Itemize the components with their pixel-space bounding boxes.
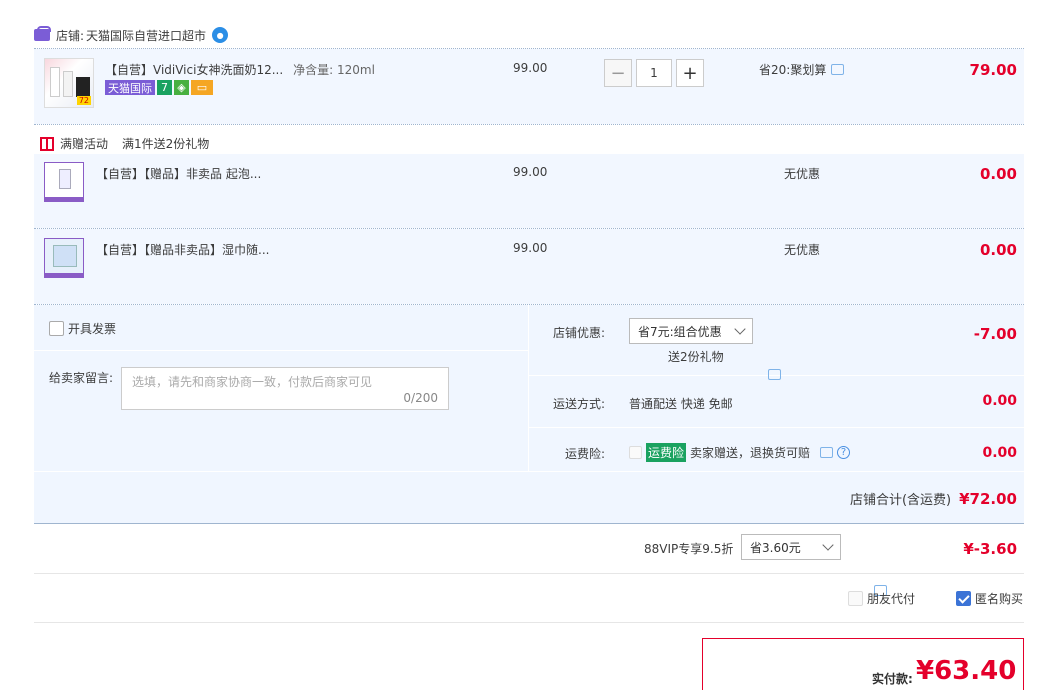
- friend-pay-option[interactable]: 朋友代付: [848, 590, 915, 607]
- anonymous-checkbox[interactable]: [956, 591, 971, 606]
- anonymous-label: 匿名购买: [975, 592, 1024, 606]
- insurance-badge: 运费险: [646, 443, 687, 462]
- product-title-line: 【自营】VidiVici女神洗面奶12... 净含量: 120ml: [105, 61, 375, 78]
- gift-price: 99.00: [513, 241, 548, 255]
- divider: [528, 305, 529, 471]
- divider: [529, 427, 1024, 428]
- product-thumbnail[interactable]: 72: [44, 58, 94, 108]
- divider: [34, 350, 528, 351]
- shield-icon: ◈: [174, 80, 189, 95]
- chevron-down-icon: [822, 539, 834, 551]
- gift-price: 99.00: [513, 165, 548, 179]
- payment-label: 实付款:: [872, 672, 913, 686]
- shipping-label: 运送方式:: [553, 397, 606, 411]
- product-title[interactable]: 【自营】VidiVici女神洗面奶12...: [105, 61, 283, 78]
- store-total: 店铺合计(含运费) ¥72.00: [849, 489, 1017, 509]
- divider: [34, 523, 1024, 524]
- gift-title[interactable]: 【自营】【赠品】非卖品 起泡...: [96, 165, 261, 182]
- item-subtotal: 79.00: [969, 61, 1017, 79]
- message-icon[interactable]: [820, 447, 834, 458]
- gift-title[interactable]: 【自营】【赠品非卖品】湿巾随...: [96, 241, 269, 258]
- friend-pay-checkbox[interactable]: [848, 591, 863, 606]
- vip-discount-selected: 省3.60元: [750, 540, 801, 555]
- store-total-label: 店铺合计(含运费): [849, 493, 952, 508]
- shipping-amount: 0.00: [982, 393, 1017, 409]
- divider: [34, 124, 1024, 125]
- insurance-option: 运费险 卖家赠送，退换货可赔 ?: [629, 443, 851, 462]
- shop-name[interactable]: 天猫国际自营进口超市: [86, 27, 206, 44]
- shop-label: 店铺:: [56, 28, 85, 43]
- vip-label: 88VIP专享9.5折: [644, 542, 734, 556]
- chevron-down-icon: [734, 323, 746, 335]
- card-icon: ▭: [191, 80, 213, 95]
- quantity-decrease-button[interactable]: −: [604, 59, 632, 87]
- anonymous-option[interactable]: 匿名购买: [956, 590, 1023, 607]
- divider: [34, 622, 1024, 623]
- message-placeholder: 选填，请先和商家协商一致，付款后商家可见: [132, 375, 373, 389]
- gift-thumbnail[interactable]: [44, 162, 84, 202]
- gift-label: 满赠活动: [60, 137, 109, 151]
- help-icon[interactable]: ?: [837, 446, 851, 459]
- shop-header: 店铺: 天猫国际自营进口超市 ●: [34, 26, 229, 44]
- store-discount-select[interactable]: 省7元:组合优惠: [629, 318, 753, 344]
- product-spec: 净含量: 120ml: [293, 63, 375, 77]
- invoice-checkbox[interactable]: [49, 321, 64, 336]
- gift-promo: 无优惠: [784, 243, 821, 257]
- friend-pay-label: 朋友代付: [867, 592, 916, 606]
- divider: [34, 471, 1024, 472]
- insurance-label: 运费险:: [565, 447, 606, 461]
- insurance-desc: 卖家赠送，退换货可赔: [690, 446, 811, 460]
- payment-amount: ¥63.40: [916, 656, 1017, 686]
- vip-discount-select[interactable]: 省3.60元: [741, 534, 841, 560]
- quantity-input[interactable]: 1: [636, 59, 672, 87]
- message-icon[interactable]: [831, 64, 845, 75]
- vip-amount: ¥-3.60: [963, 540, 1017, 558]
- quantity-stepper: − 1 +: [604, 59, 704, 87]
- store-discount-label: 店铺优惠:: [553, 326, 606, 340]
- store-discount-amount: -7.00: [973, 325, 1017, 343]
- gift-subtotal: 0.00: [979, 165, 1017, 183]
- message-icon[interactable]: [768, 369, 781, 380]
- store-total-amount: ¥72.00: [959, 489, 1017, 508]
- tmall-intl-tag: 天猫国际: [105, 80, 155, 95]
- gift-subtotal: 0.00: [979, 241, 1017, 259]
- product-price: 99.00: [513, 61, 548, 75]
- gift-desc: 满1件送2份礼物: [122, 137, 210, 151]
- gift-icon: [40, 136, 54, 151]
- product-tags: 天猫国际 7 ◈ ▭: [105, 80, 215, 95]
- message-textarea[interactable]: 选填，请先和商家协商一致，付款后商家可见 0/200: [121, 367, 449, 410]
- store-discount-note: 送2份礼物: [668, 350, 724, 364]
- insurance-amount: 0.00: [982, 445, 1017, 461]
- invoice-option[interactable]: 开具发票: [49, 320, 116, 337]
- insurance-checkbox: [629, 446, 642, 459]
- divider: [34, 573, 1024, 574]
- seven-day-return-tag: 7: [157, 80, 172, 95]
- store-discount-selected: 省7元:组合优惠: [638, 324, 722, 339]
- wangwang-chat-icon[interactable]: ●: [212, 27, 229, 43]
- quantity-increase-button[interactable]: +: [676, 59, 704, 87]
- item-promo: 省20:聚划算: [759, 61, 845, 78]
- message-label: 给卖家留言:: [49, 371, 114, 385]
- invoice-label: 开具发票: [68, 322, 117, 336]
- gift-promo: 无优惠: [784, 167, 821, 181]
- message-char-count: 0/200: [403, 391, 438, 405]
- shop-icon: [34, 26, 51, 41]
- item-promo-text: 省20:聚划算: [759, 63, 827, 77]
- gift-activity: 满赠活动 满1件送2份礼物: [40, 135, 209, 152]
- gift-thumbnail[interactable]: [44, 238, 84, 278]
- shipping-value: 普通配送 快递 免邮: [629, 397, 733, 411]
